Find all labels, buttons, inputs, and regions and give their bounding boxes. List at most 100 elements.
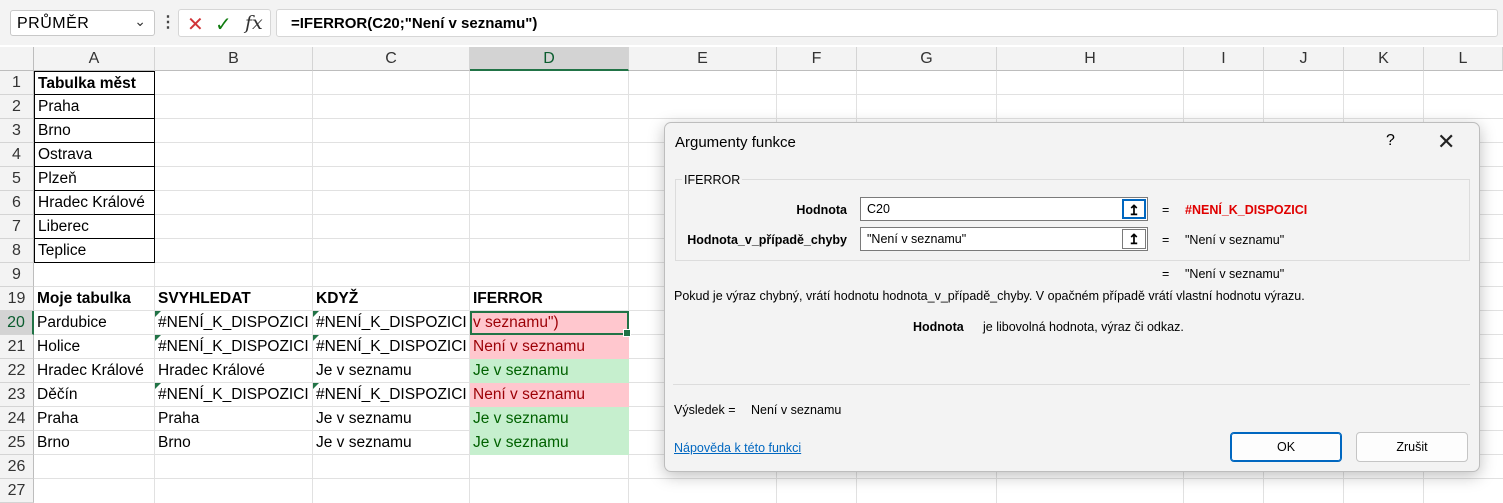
cities-header[interactable]: Tabulka měst	[34, 71, 155, 95]
city-cell[interactable]: Hradec Králové	[34, 191, 155, 215]
arg-input-value-if-error[interactable]: "Není v seznamu" ↥	[860, 227, 1148, 251]
param-description: je libovolná hodnota, výraz či odkaz.	[983, 320, 1184, 334]
table-cell[interactable]: Praha	[155, 407, 313, 431]
cell-text: #NENÍ_K_DISPOZICI	[158, 314, 309, 331]
table-cell[interactable]: Je v seznamu	[470, 407, 629, 431]
row-header-9[interactable]: 9	[0, 263, 34, 287]
table-cell[interactable]: Není v seznamu	[470, 335, 629, 359]
row-header-24[interactable]: 24	[0, 407, 34, 431]
table-cell[interactable]: Je v seznamu	[313, 407, 470, 431]
ok-button[interactable]: OK	[1230, 432, 1342, 462]
confirm-formula-icon[interactable]: ✓	[215, 12, 232, 37]
row-header-21[interactable]: 21	[0, 335, 34, 359]
city-cell[interactable]: Teplice	[34, 239, 155, 263]
select-all-corner[interactable]	[0, 47, 34, 71]
cell-text: #NENÍ_K_DISPOZICI	[316, 386, 467, 403]
table-cell[interactable]: Je v seznamu	[470, 431, 629, 455]
table-cell[interactable]: Je v seznamu	[313, 359, 470, 383]
collapse-dialog-icon[interactable]: ↥	[1122, 229, 1146, 249]
table-cell[interactable]: #NENÍ_K_DISPOZICI	[313, 335, 470, 359]
row-header-19[interactable]: 19	[0, 287, 34, 311]
table-cell[interactable]: Je v seznamu	[470, 359, 629, 383]
equals-sign: =	[1162, 203, 1170, 217]
row-header-4[interactable]: 4	[0, 143, 34, 167]
cancel-formula-icon[interactable]: ✕	[187, 12, 204, 37]
row-header-20[interactable]: 20	[0, 311, 34, 335]
row-header-27[interactable]: 27	[0, 479, 34, 503]
formula-bar: PRŮMĚR ⌄ ⋮ ✕ ✓ fx =IFERROR(C20;"Není v s…	[0, 0, 1503, 45]
city-cell[interactable]: Liberec	[34, 215, 155, 239]
formula-buttons: ✕ ✓ fx	[178, 9, 271, 37]
iferror-header[interactable]: IFERROR	[470, 287, 629, 311]
row-header-25[interactable]: 25	[0, 431, 34, 455]
more-options-icon[interactable]: ⋮	[160, 12, 176, 32]
table-cell[interactable]: Brno	[34, 431, 155, 455]
table-cell[interactable]: Je v seznamu	[313, 431, 470, 455]
column-header-f[interactable]: F	[777, 47, 857, 71]
city-cell[interactable]: Praha	[34, 95, 155, 119]
fill-handle[interactable]	[623, 329, 631, 337]
table-cell[interactable]: Není v seznamu	[470, 383, 629, 407]
table-cell[interactable]: Hradec Králové	[34, 359, 155, 383]
column-header-j[interactable]: J	[1264, 47, 1344, 71]
arg-label-value: Hodnota	[796, 203, 847, 217]
table-cell[interactable]: Pardubice	[34, 311, 155, 335]
column-header-k[interactable]: K	[1344, 47, 1424, 71]
name-box[interactable]: PRŮMĚR ⌄	[10, 10, 155, 36]
arg-input-value-if-error-text: "Není v seznamu"	[867, 232, 967, 246]
formula-input[interactable]: =IFERROR(C20;"Není v seznamu")	[276, 9, 1498, 37]
column-header-l[interactable]: L	[1424, 47, 1503, 71]
column-header-e[interactable]: E	[629, 47, 777, 71]
close-icon[interactable]: ✕	[1437, 129, 1455, 155]
city-cell[interactable]: Brno	[34, 119, 155, 143]
cell-text: #NENÍ_K_DISPOZICI	[158, 386, 309, 403]
column-header-i[interactable]: I	[1184, 47, 1264, 71]
table-cell[interactable]: Brno	[155, 431, 313, 455]
svyhledat-header[interactable]: SVYHLEDAT	[155, 287, 313, 311]
cancel-button[interactable]: Zrušit	[1356, 432, 1468, 462]
table-cell[interactable]: Holice	[34, 335, 155, 359]
city-cell[interactable]: Ostrava	[34, 143, 155, 167]
table-cell[interactable]: #NENÍ_K_DISPOZICI	[313, 383, 470, 407]
column-header-d[interactable]: D	[470, 47, 629, 71]
formula-result-preview: "Není v seznamu"	[1185, 267, 1285, 281]
help-icon[interactable]: ?	[1386, 132, 1395, 150]
row-header-7[interactable]: 7	[0, 215, 34, 239]
column-header-a[interactable]: A	[34, 47, 155, 71]
row-header-6[interactable]: 6	[0, 191, 34, 215]
my-table-header[interactable]: Moje tabulka	[34, 287, 155, 311]
row-header-2[interactable]: 2	[0, 95, 34, 119]
column-header-b[interactable]: B	[155, 47, 313, 71]
row-header-5[interactable]: 5	[0, 167, 34, 191]
formula-text: =IFERROR(C20;"Není v seznamu")	[291, 15, 538, 32]
table-cell[interactable]: #NENÍ_K_DISPOZICI	[155, 335, 313, 359]
result-label: Výsledek =	[674, 403, 736, 417]
chevron-down-icon[interactable]: ⌄	[134, 13, 146, 30]
row-header-8[interactable]: 8	[0, 239, 34, 263]
help-link[interactable]: Nápověda k této funkci	[674, 441, 801, 455]
column-header-h[interactable]: H	[997, 47, 1184, 71]
collapse-dialog-icon[interactable]: ↥	[1122, 199, 1146, 219]
error-indicator-icon	[313, 311, 319, 317]
cell-text: #NENÍ_K_DISPOZICI	[158, 338, 309, 355]
insert-function-icon[interactable]: fx	[245, 12, 263, 34]
table-cell[interactable]: #NENÍ_K_DISPOZICI	[155, 311, 313, 335]
gridline	[34, 118, 1503, 119]
row-header-22[interactable]: 22	[0, 359, 34, 383]
column-header-g[interactable]: G	[857, 47, 997, 71]
city-cell[interactable]: Plzeň	[34, 167, 155, 191]
table-cell[interactable]: Praha	[34, 407, 155, 431]
table-cell[interactable]: Hradec Králové	[155, 359, 313, 383]
row-header-1[interactable]: 1	[0, 71, 34, 95]
arg-result-value: #NENÍ_K_DISPOZICI	[1185, 203, 1308, 217]
row-header-26[interactable]: 26	[0, 455, 34, 479]
row-header-23[interactable]: 23	[0, 383, 34, 407]
arg-result-value-if-error: "Není v seznamu"	[1185, 233, 1285, 247]
table-cell[interactable]: Děčín	[34, 383, 155, 407]
kdyz-header[interactable]: KDYŽ	[313, 287, 470, 311]
table-cell[interactable]: #NENÍ_K_DISPOZICI	[155, 383, 313, 407]
column-header-c[interactable]: C	[313, 47, 470, 71]
arg-input-value[interactable]: C20 ↥	[860, 197, 1148, 221]
row-header-3[interactable]: 3	[0, 119, 34, 143]
table-cell[interactable]: #NENÍ_K_DISPOZICI	[313, 311, 470, 335]
